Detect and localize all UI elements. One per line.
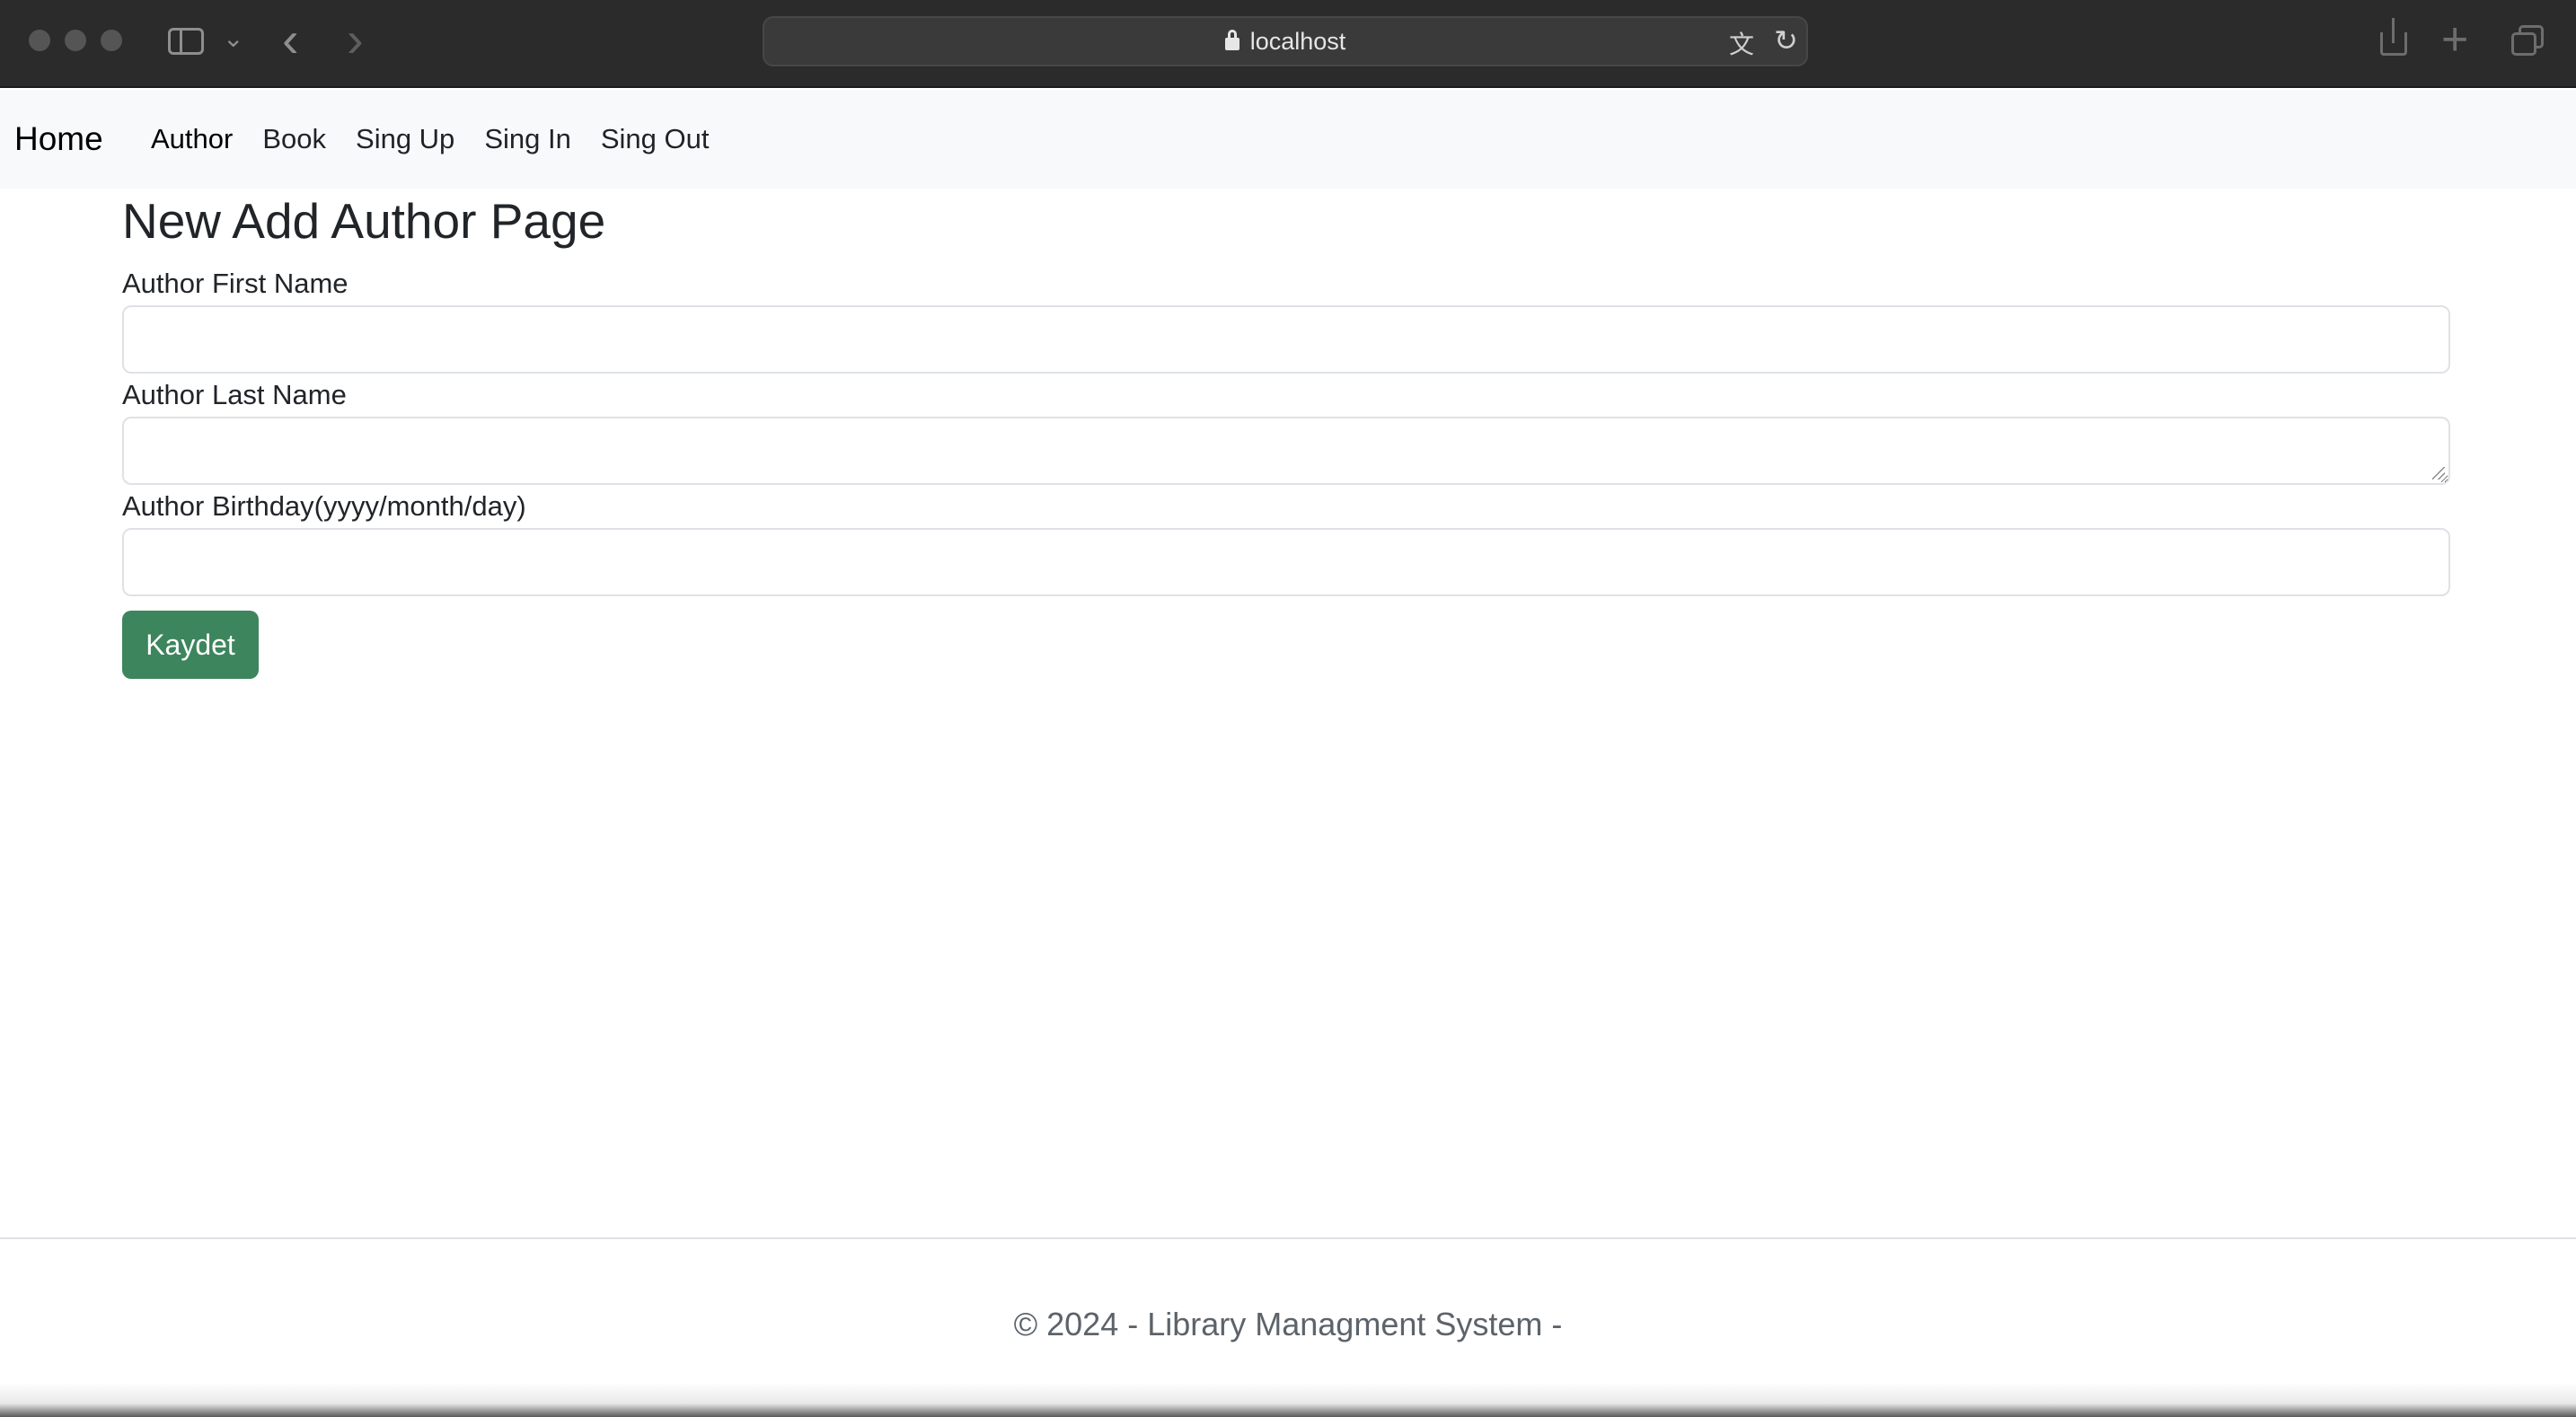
lock-icon bbox=[1224, 30, 1239, 50]
last-name-label: Author Last Name bbox=[122, 379, 347, 410]
birthday-label: Author Birthday(yyyy/month/day) bbox=[122, 490, 526, 522]
forward-arrow-icon[interactable]: › bbox=[347, 13, 364, 66]
share-icon[interactable] bbox=[2378, 18, 2409, 59]
bottom-shade bbox=[0, 1383, 2576, 1417]
address-text: localhost bbox=[1249, 28, 1346, 55]
last-name-textarea[interactable] bbox=[122, 417, 2450, 485]
footer-copyright: © 2024 - Library Managment System - bbox=[1013, 1306, 1563, 1342]
back-arrow-icon[interactable]: ‹ bbox=[282, 13, 299, 66]
sidebar-icon[interactable] bbox=[168, 28, 204, 55]
site-navbar: Home Author Book Sing Up Sing In Sing Ou… bbox=[0, 90, 2576, 189]
zoom-window-button[interactable] bbox=[101, 30, 122, 51]
nav-link-sign-up[interactable]: Sing Up bbox=[356, 123, 454, 155]
nav-link-sign-in[interactable]: Sing In bbox=[484, 123, 571, 155]
resize-handle-icon[interactable] bbox=[2432, 467, 2445, 480]
translate-icon[interactable]: 文 bbox=[1729, 25, 1754, 61]
reload-icon[interactable]: ↻ bbox=[1774, 23, 1798, 57]
tab-overview-icon[interactable] bbox=[2511, 25, 2545, 56]
nav-link-sign-out[interactable]: Sing Out bbox=[601, 123, 710, 155]
save-button[interactable]: Kaydet bbox=[122, 611, 259, 679]
address-bar[interactable]: localhost 文 ↻ bbox=[763, 16, 1808, 66]
last-name-wrapper bbox=[122, 417, 2450, 485]
new-tab-icon[interactable]: + bbox=[2441, 13, 2468, 66]
nav-link-book[interactable]: Book bbox=[262, 123, 326, 155]
close-window-button[interactable] bbox=[29, 30, 50, 51]
page-title: New Add Author Page bbox=[122, 193, 606, 249]
browser-toolbar: ⌄ ‹ › localhost 文 ↻ + bbox=[0, 0, 2576, 88]
nav-brand-home[interactable]: Home bbox=[14, 90, 103, 189]
birthday-input[interactable] bbox=[122, 528, 2450, 596]
first-name-label: Author First Name bbox=[122, 268, 348, 299]
nav-link-author[interactable]: Author bbox=[151, 123, 233, 155]
first-name-input[interactable] bbox=[122, 305, 2450, 374]
chevron-down-icon[interactable]: ⌄ bbox=[223, 23, 243, 53]
nav-links: Author Book Sing Up Sing In Sing Out bbox=[151, 90, 738, 189]
minimize-window-button[interactable] bbox=[65, 30, 86, 51]
address-display: localhost bbox=[764, 18, 1806, 65]
